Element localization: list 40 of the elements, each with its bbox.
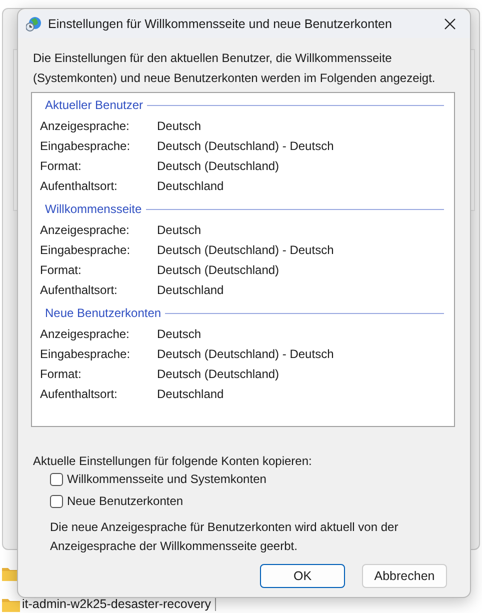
checkbox[interactable] (50, 472, 63, 486)
setting-value: Deutsch (Deutschland) (157, 159, 280, 173)
setting-label: Eingabesprache: (40, 347, 132, 361)
close-icon[interactable] (442, 16, 458, 32)
setting-label: Anzeigesprache: (40, 223, 130, 237)
setting-label: Aufenthaltsort: (40, 283, 118, 297)
dialog-button[interactable]: Abbrechen (362, 564, 447, 588)
section-heading: Aktueller Benutzer (45, 98, 144, 112)
setting-value: Deutsch (157, 119, 202, 133)
folder-icon (2, 598, 20, 612)
setting-label: Format: (40, 263, 82, 277)
setting-value: Deutsch (Deutschland) (157, 367, 280, 381)
note-text: Die neue Anzeigesprache für Benutzerkonten wird aktuell von der Anzeigesprache der Willkommensseite geerbt. (50, 519, 400, 555)
setting-value: Deutschland (157, 179, 225, 193)
setting-label: Aufenthaltsort: (40, 387, 118, 401)
setting-label: Format: (40, 367, 82, 381)
section-heading: Willkommensseite (45, 202, 142, 216)
globe-icon (26, 16, 42, 32)
setting-value: Deutsch (Deutschland) (157, 263, 280, 277)
checkbox-label[interactable]: Willkommensseite und Systemkonten (67, 472, 266, 486)
setting-label: Anzeigesprache: (40, 119, 130, 133)
setting-label: Anzeigesprache: (40, 327, 130, 341)
setting-label: Aufenthaltsort: (40, 179, 118, 193)
setting-value: Deutsch (157, 327, 202, 341)
setting-value: Deutsch (Deutschland) - Deutsch (157, 139, 335, 153)
copy-label: Aktuelle Einstellungen für folgende Konten kopieren: (33, 454, 313, 468)
checkbox-label[interactable]: Neue Benutzerkonten (67, 494, 184, 508)
section-heading: Neue Benutzerkonten (45, 306, 162, 320)
setting-label: Eingabesprache: (40, 139, 132, 153)
setting-value: Deutschland (157, 283, 225, 297)
setting-value: Deutschland (157, 387, 225, 401)
setting-label: Eingabesprache: (40, 243, 132, 257)
description-text: Die Einstellungen für den aktuellen Benutzer, die Willkommensseite (Systemkonten) und neue Benutzerkonten werden im Folgenden angezeigt. (33, 50, 436, 87)
dialog-button[interactable]: OK (260, 564, 345, 588)
checkbox[interactable] (50, 494, 63, 508)
setting-value: Deutsch (Deutschland) - Deutsch (157, 243, 335, 257)
setting-value: Deutsch (157, 223, 202, 237)
window-title: Einstellungen für Willkommensseite und neue Benutzerkonten (48, 17, 393, 31)
setting-label: Format: (40, 159, 82, 173)
setting-value: Deutsch (Deutschland) - Deutsch (157, 347, 335, 361)
